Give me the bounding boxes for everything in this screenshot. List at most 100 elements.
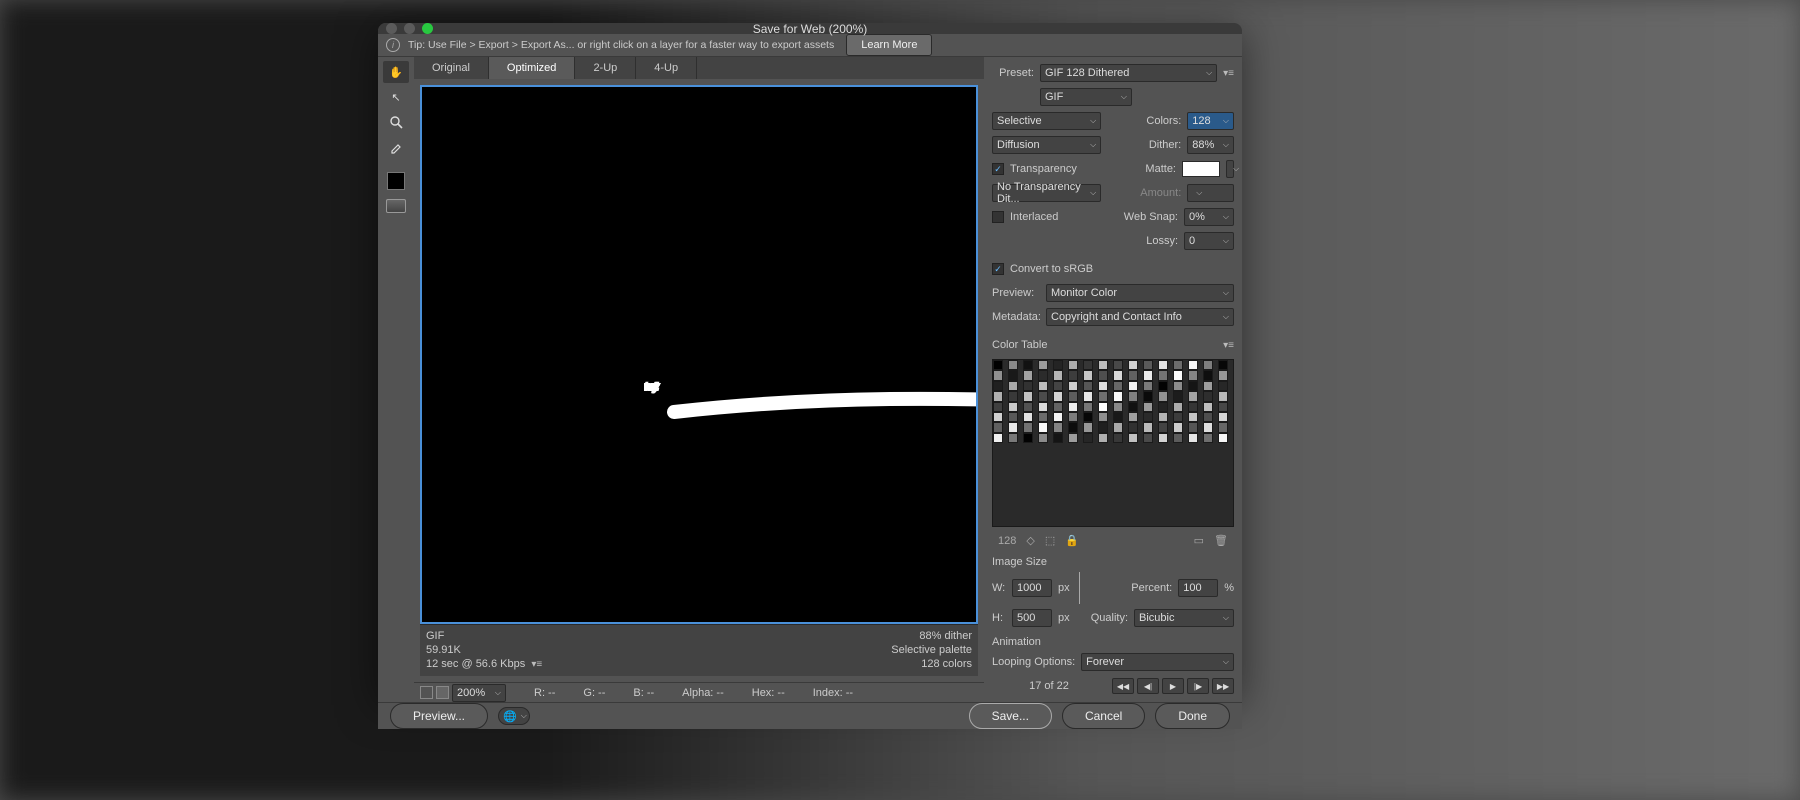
color-swatch[interactable] [1113,391,1123,401]
color-swatch[interactable] [1098,433,1108,443]
reduction-select[interactable]: Selective [992,112,1101,130]
preset-select[interactable]: GIF 128 Dithered [1040,64,1217,82]
color-swatch[interactable] [1203,422,1213,432]
next-frame-button[interactable]: |▶ [1187,678,1209,694]
ct-shift-icon[interactable]: ⬚ [1045,534,1055,547]
color-swatch[interactable] [1038,422,1048,432]
color-swatch[interactable] [1113,370,1123,380]
color-swatch[interactable] [1053,360,1063,370]
learn-more-button[interactable]: Learn More [846,34,932,56]
save-button[interactable]: Save... [969,703,1052,729]
color-swatch[interactable] [1053,422,1063,432]
color-swatch[interactable] [1068,381,1078,391]
color-swatch[interactable] [1218,370,1228,380]
color-swatch[interactable] [1038,412,1048,422]
color-swatch[interactable] [1158,433,1168,443]
browser-select[interactable]: 🌐 [498,707,530,725]
done-button[interactable]: Done [1155,703,1230,729]
zoom-tool-icon[interactable] [383,111,409,133]
lossy-select[interactable]: 0 [1184,232,1234,250]
width-input[interactable] [1012,579,1052,597]
tab-original[interactable]: Original [414,57,489,79]
color-swatch[interactable] [1098,381,1108,391]
color-swatch[interactable] [1158,381,1168,391]
color-swatch[interactable] [1068,360,1078,370]
color-swatch[interactable] [1008,422,1018,432]
fit-size-icon[interactable] [436,686,449,699]
color-swatch[interactable] [1143,391,1153,401]
color-swatch[interactable] [1068,422,1078,432]
color-swatch[interactable] [1053,433,1063,443]
color-swatch[interactable] [993,381,1003,391]
dither-alg-select[interactable]: Diffusion [992,136,1101,154]
color-swatch[interactable] [1218,360,1228,370]
color-swatch[interactable] [1218,402,1228,412]
color-swatch[interactable] [1083,402,1093,412]
color-swatch[interactable] [1053,391,1063,401]
color-swatch[interactable] [1188,391,1198,401]
color-swatch[interactable] [1128,360,1138,370]
preset-menu-icon[interactable]: ▾≡ [1223,68,1234,79]
slice-select-tool-icon[interactable]: ↖ [383,86,409,108]
color-swatch[interactable] [1008,412,1018,422]
color-swatch[interactable] [1128,412,1138,422]
color-swatch[interactable] [1128,370,1138,380]
color-swatch[interactable] [1158,402,1168,412]
color-swatch[interactable] [1113,412,1123,422]
color-swatch[interactable] [1008,391,1018,401]
interlaced-checkbox[interactable] [992,211,1004,223]
color-swatch[interactable] [1083,370,1093,380]
tab-optimized[interactable]: Optimized [489,57,576,79]
color-swatch[interactable] [1143,422,1153,432]
preview-canvas[interactable]: twentyt [420,85,978,624]
color-swatch[interactable] [1113,402,1123,412]
color-swatch[interactable] [1128,402,1138,412]
color-swatch[interactable] [1023,433,1033,443]
color-swatch[interactable] [1053,381,1063,391]
color-swatch[interactable] [1038,391,1048,401]
color-swatch[interactable] [1113,381,1123,391]
color-swatch[interactable] [1173,412,1183,422]
color-swatch[interactable] [1023,360,1033,370]
color-swatch[interactable] [1008,360,1018,370]
color-swatch[interactable] [1188,402,1198,412]
color-swatch[interactable] [1008,370,1018,380]
color-swatch[interactable] [1053,412,1063,422]
color-swatch[interactable] [1083,381,1093,391]
color-swatch[interactable] [1038,433,1048,443]
color-swatch[interactable] [1083,412,1093,422]
toggle-slices-icon[interactable] [383,195,409,217]
color-swatch[interactable] [1173,370,1183,380]
color-swatch[interactable] [993,433,1003,443]
color-swatch[interactable] [1173,422,1183,432]
color-table-menu-icon[interactable]: ▾≡ [1223,340,1234,351]
color-swatch[interactable] [1068,370,1078,380]
eyedropper-tool-icon[interactable] [383,136,409,158]
tab-4up[interactable]: 4-Up [636,57,697,79]
hand-tool-icon[interactable]: ✋ [383,61,409,83]
first-frame-button[interactable]: ◀◀ [1112,678,1134,694]
color-swatch[interactable] [1023,422,1033,432]
color-swatch[interactable] [1083,433,1093,443]
color-swatch[interactable] [1068,391,1078,401]
quality-select[interactable]: Bicubic [1134,609,1234,627]
color-swatch[interactable] [1053,370,1063,380]
preview-menu-icon[interactable]: ▾≡ [531,659,542,670]
color-swatch[interactable] [1083,360,1093,370]
color-swatch[interactable] [1158,412,1168,422]
color-swatch[interactable] [1008,433,1018,443]
color-swatch[interactable] [1218,433,1228,443]
color-swatch[interactable] [1128,391,1138,401]
color-swatch[interactable] [1128,433,1138,443]
color-swatch[interactable] [1098,412,1108,422]
color-swatch[interactable] [1203,391,1213,401]
color-swatch[interactable] [993,402,1003,412]
transp-dither-select[interactable]: No Transparency Dit... [992,184,1101,202]
websnap-select[interactable]: 0% [1184,208,1234,226]
ct-lock-icon[interactable]: 🔒 [1065,534,1079,547]
ct-snap-icon[interactable]: ◇ [1026,534,1034,547]
color-table[interactable] [992,359,1234,527]
color-swatch[interactable] [993,391,1003,401]
colors-select[interactable]: 128 [1187,112,1234,130]
color-swatch[interactable] [1098,402,1108,412]
